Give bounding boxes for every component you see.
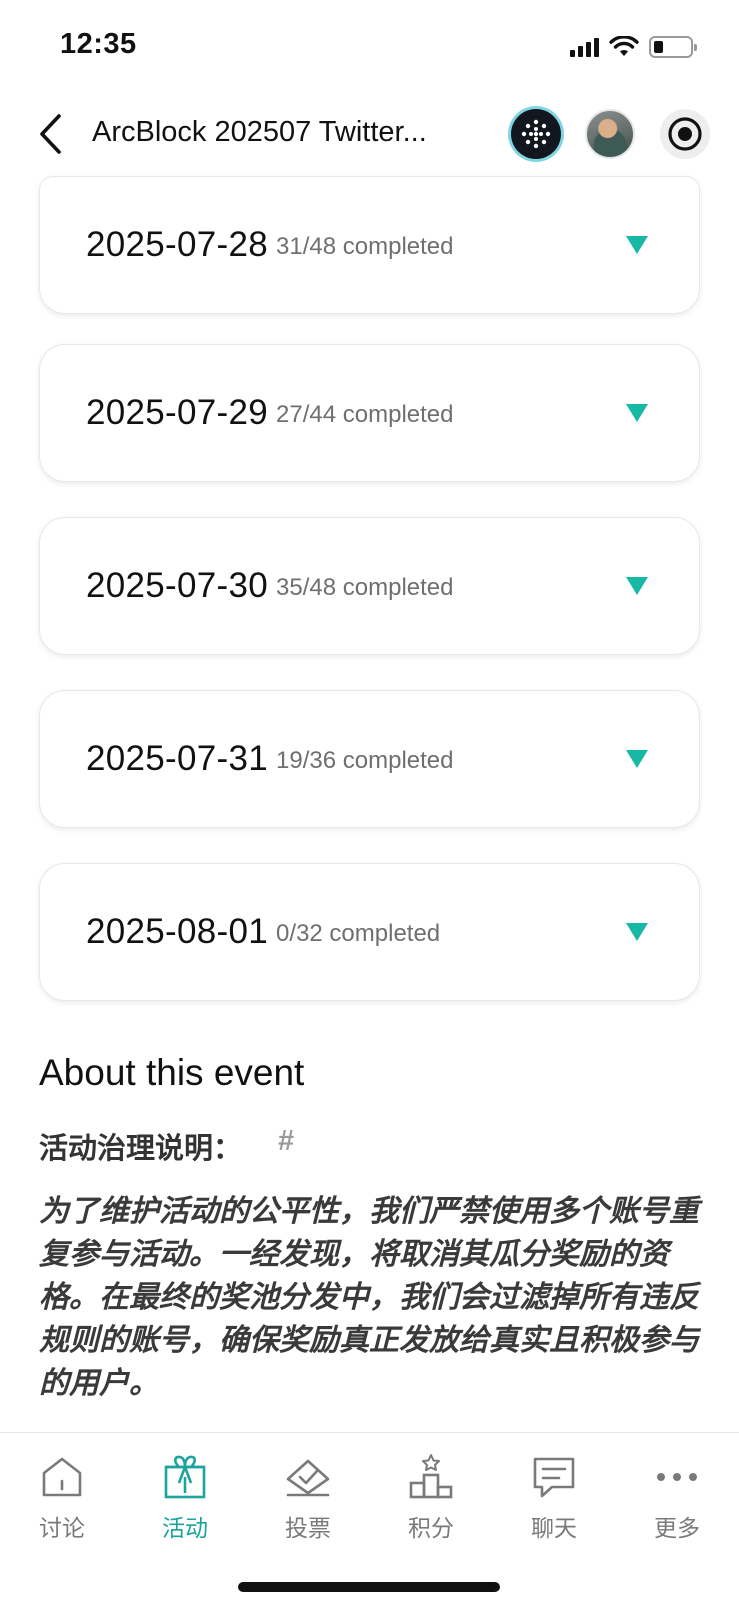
status-time: 12:35 <box>60 28 137 60</box>
caret-down-icon <box>626 236 648 254</box>
day-date: 2025-07-29 <box>86 393 269 432</box>
bottom-navigation: 讨论 活动 投票 积分 聊天 更多 <box>0 1432 739 1600</box>
chevron-left-icon <box>40 114 61 154</box>
back-button[interactable] <box>30 108 70 160</box>
day-card[interactable]: 2025-07-29 27/44 completed <box>39 344 700 482</box>
caret-down-icon <box>626 750 648 768</box>
record-button[interactable] <box>660 109 710 159</box>
day-progress: 19/36 completed <box>276 747 454 774</box>
day-progress: 31/48 completed <box>276 233 454 260</box>
caret-down-icon <box>626 404 648 422</box>
day-card[interactable]: 2025-07-28 31/48 completed <box>39 176 700 314</box>
day-date: 2025-07-30 <box>86 566 269 605</box>
nav-label: 投票 <box>285 1515 331 1541</box>
governance-text: 为了维护活动的公平性，我们严禁使用多个账号重复参与活动。一经发现，将取消其瓜分奖… <box>39 1195 699 1400</box>
page-title: ArcBlock 202507 Twitter... <box>92 116 427 148</box>
nav-item-discuss[interactable]: 讨论 <box>12 1453 112 1543</box>
day-date: 2025-07-28 <box>86 225 269 264</box>
arcblock-logo-icon <box>521 119 551 149</box>
day-date: 2025-08-01 <box>86 912 269 951</box>
leaderboard-icon <box>409 1454 453 1499</box>
nav-item-more[interactable]: 更多 <box>627 1453 727 1543</box>
governance-heading: 活动治理说明： <box>39 1133 243 1165</box>
home-indicator <box>238 1582 500 1592</box>
battery-icon <box>649 36 697 58</box>
status-bar: 12:35 <box>0 0 739 92</box>
nav-item-points[interactable]: 积分 <box>381 1453 481 1543</box>
day-card[interactable]: 2025-07-31 19/36 completed <box>39 690 700 828</box>
cellular-signal-icon <box>570 37 599 57</box>
more-icon <box>657 1473 697 1481</box>
caret-down-icon <box>626 577 648 595</box>
gift-icon <box>164 1455 206 1499</box>
vote-icon <box>286 1459 330 1497</box>
nav-label: 聊天 <box>531 1515 577 1541</box>
day-progress: 0/32 completed <box>276 920 441 947</box>
nav-label: 活动 <box>162 1515 208 1541</box>
day-date: 2025-07-31 <box>86 739 269 778</box>
caret-down-icon <box>626 923 648 941</box>
app-header: ArcBlock 202507 Twitter... <box>0 92 739 180</box>
nav-label: 讨论 <box>39 1515 85 1541</box>
record-icon <box>668 117 702 151</box>
nav-label: 更多 <box>654 1515 700 1541</box>
nav-item-vote[interactable]: 投票 <box>258 1453 358 1543</box>
day-card[interactable]: 2025-07-30 35/48 completed <box>39 517 700 655</box>
day-card[interactable]: 2025-08-01 0/32 completed <box>39 863 700 1001</box>
chat-icon <box>533 1457 575 1498</box>
day-progress: 35/48 completed <box>276 574 454 601</box>
wifi-icon <box>609 36 639 56</box>
user-avatar[interactable] <box>585 109 635 159</box>
nav-label: 积分 <box>408 1515 454 1541</box>
day-progress: 27/44 completed <box>276 401 454 428</box>
home-icon <box>42 1457 82 1497</box>
nav-item-events[interactable]: 活动 <box>135 1453 235 1543</box>
status-icons <box>570 34 697 60</box>
nav-item-chat[interactable]: 聊天 <box>504 1453 604 1543</box>
about-title: About this event <box>39 1052 305 1093</box>
heading-anchor-link[interactable]: # <box>278 1125 294 1158</box>
community-logo-avatar[interactable] <box>511 109 561 159</box>
